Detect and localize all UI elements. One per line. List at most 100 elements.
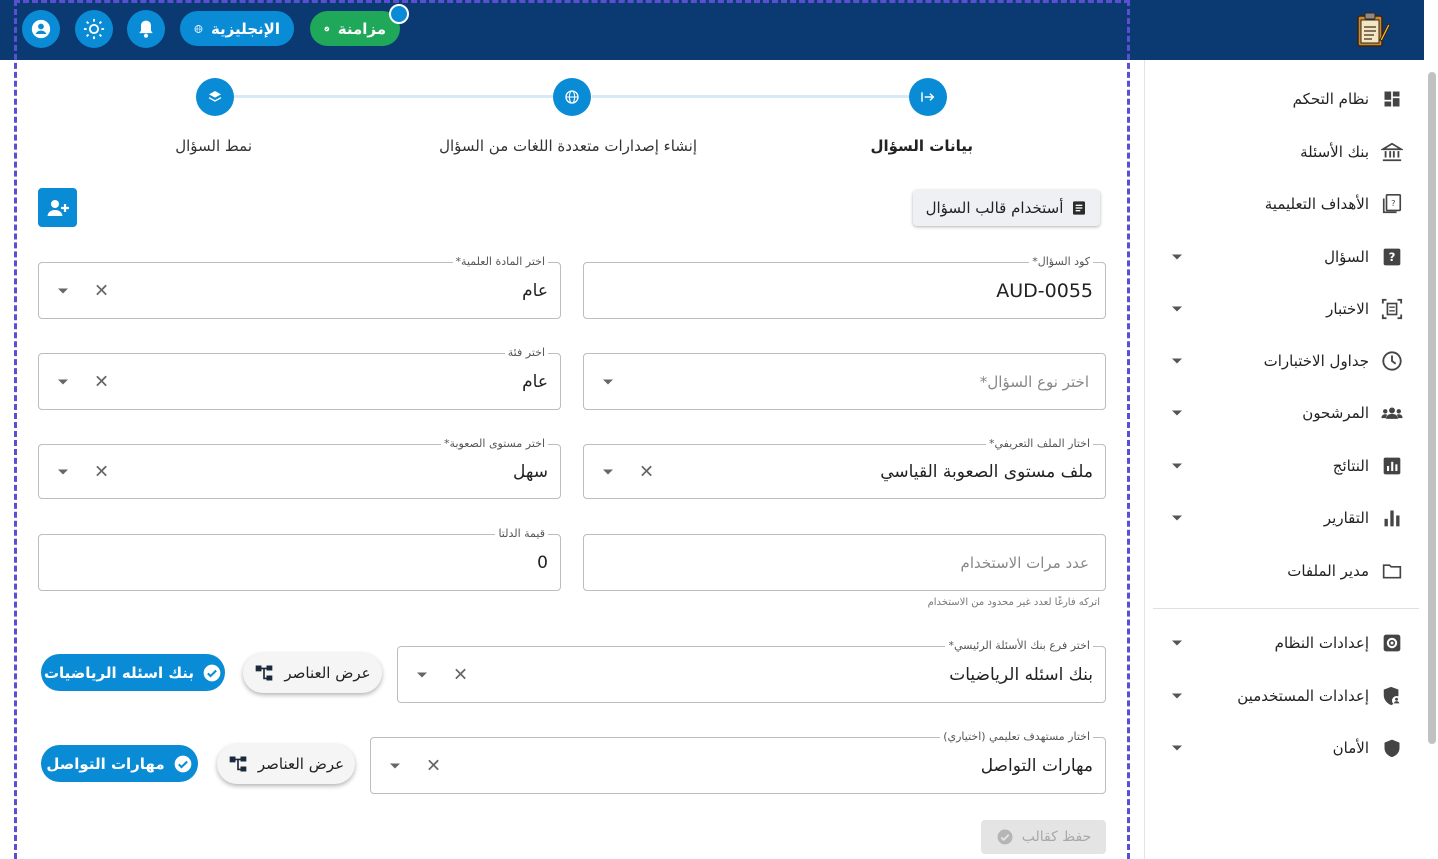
- document-icon: [1073, 201, 1086, 215]
- subject-value: عام: [522, 280, 548, 301]
- sidebar-item-user-settings[interactable]: إعدادات المستخدمين: [1145, 676, 1425, 716]
- sidebar-item-label: السؤال: [1324, 248, 1369, 266]
- add-user-button[interactable]: [38, 188, 77, 227]
- sidebar-item-candidates[interactable]: المرشحون: [1145, 393, 1425, 433]
- sidebar-item-label: نظام التحكم: [1292, 90, 1369, 108]
- bank-icon: [1381, 141, 1403, 163]
- sidebar-item-label: مدير الملفات: [1287, 562, 1369, 580]
- delta-field[interactable]: قيمة الدلتا 0: [38, 527, 561, 591]
- question-type-placeholder: اختر نوع السؤال*: [979, 372, 1089, 391]
- expand-caret-icon[interactable]: [1172, 254, 1182, 260]
- clear-icon[interactable]: ✕: [453, 664, 468, 685]
- usage-count-placeholder: عدد مرات الاستخدام: [960, 553, 1089, 572]
- step-2-label[interactable]: إنشاء إصدارات متعددة اللغات من السؤال: [439, 137, 697, 155]
- question-bank-value: بنك اسئله الرياضيات: [949, 664, 1093, 685]
- question-code-value: AUD-0055: [996, 279, 1093, 302]
- question-bank-chip[interactable]: بنك اسئله الرياضيات: [41, 654, 225, 691]
- clear-icon[interactable]: ✕: [94, 371, 109, 392]
- dropdown-arrow-icon[interactable]: [58, 379, 68, 384]
- usage-count-field[interactable]: عدد مرات الاستخدام: [583, 534, 1106, 591]
- expand-caret-icon[interactable]: [1172, 515, 1182, 521]
- svg-text:?: ?: [1391, 198, 1395, 208]
- notifications-button[interactable]: [127, 10, 165, 48]
- expand-caret-icon[interactable]: [1172, 745, 1182, 751]
- question-bank-label: اختر فرع بنك الأسئلة الرئيسي*: [945, 639, 1093, 652]
- category-select[interactable]: اختر فئة عام ✕: [38, 346, 561, 410]
- globe-icon: [194, 24, 203, 33]
- question-type-select[interactable]: اختر نوع السؤال*: [583, 353, 1106, 410]
- sidebar-item-learning-objectives[interactable]: الأهداف التعليمية ?: [1145, 184, 1425, 224]
- clear-icon[interactable]: ✕: [94, 461, 109, 482]
- expand-caret-icon[interactable]: [1172, 410, 1182, 416]
- save-as-template-button[interactable]: حفظ كقالب: [981, 820, 1106, 854]
- sidebar-scrollbar[interactable]: [1428, 72, 1436, 744]
- sidebar-item-security[interactable]: الأمان: [1145, 728, 1425, 768]
- sidebar-item-label: النتائج: [1332, 457, 1369, 475]
- expand-caret-icon[interactable]: [1172, 693, 1182, 699]
- delta-label: قيمة الدلتا: [495, 527, 548, 540]
- question-code-label: كود السؤال*: [1029, 255, 1093, 268]
- profile-select[interactable]: اختار الملف التعريفي* ملف مستوى الصعوبة …: [583, 437, 1106, 499]
- sidebar-item-dashboard[interactable]: نظام التحكم: [1145, 79, 1425, 119]
- sidebar-item-results[interactable]: النتائج: [1145, 446, 1425, 486]
- category-value: عام: [522, 371, 548, 392]
- sidebar-divider: [1153, 608, 1419, 609]
- question-bank-select[interactable]: اختر فرع بنك الأسئلة الرئيسي* بنك اسئله …: [397, 639, 1106, 703]
- dropdown-arrow-icon[interactable]: [58, 288, 68, 293]
- clear-icon[interactable]: ✕: [94, 280, 109, 301]
- step-2-indicator[interactable]: [553, 78, 591, 116]
- dashboard-icon: [1381, 88, 1403, 110]
- sidebar-item-system-settings[interactable]: إعدادات النظام: [1145, 623, 1425, 663]
- user-shield-icon: [1381, 685, 1403, 707]
- learning-objective-select[interactable]: اختار مستهدف تعليمي (اختياري) مهارات الت…: [370, 730, 1106, 794]
- sync-status-dot: [389, 4, 409, 24]
- learning-objective-chip[interactable]: مهارات التواصل: [41, 745, 198, 782]
- sidebar-item-label: الأهداف التعليمية: [1264, 195, 1369, 213]
- save-as-template-label: حفظ كقالب: [1021, 829, 1092, 845]
- clear-icon[interactable]: ✕: [639, 461, 654, 482]
- page: الإنجليزية مزامنة بيانات السؤال إنشاء إص…: [0, 0, 1438, 859]
- sync-button[interactable]: مزامنة: [310, 11, 400, 46]
- profile-button[interactable]: [22, 10, 60, 48]
- category-label: اختر فئة: [504, 346, 548, 359]
- sidebar-item-file-manager[interactable]: مدير الملفات: [1145, 551, 1425, 591]
- step-1-indicator[interactable]: [909, 78, 947, 116]
- subject-select[interactable]: اختر المادة العلمية* عام ✕: [38, 255, 561, 319]
- dropdown-arrow-icon[interactable]: [390, 763, 400, 768]
- sidebar-item-question[interactable]: السؤال ?: [1145, 237, 1425, 277]
- expand-caret-icon[interactable]: [1172, 358, 1182, 364]
- user-icon: [31, 19, 51, 39]
- expand-caret-icon[interactable]: [1172, 306, 1182, 312]
- expand-caret-icon[interactable]: [1172, 640, 1182, 646]
- results-icon: [1381, 455, 1403, 477]
- difficulty-label: اختر مستوى الصعوبة*: [441, 437, 548, 450]
- expand-caret-icon[interactable]: [1172, 463, 1182, 469]
- sidebar-item-reports[interactable]: التقارير: [1145, 498, 1425, 538]
- question-icon: ?: [1381, 246, 1403, 268]
- app-logo[interactable]: [1352, 10, 1392, 50]
- usage-count-helper-text: اتركه فارغًا لعدد غير محدود من الاستخدام: [927, 597, 1100, 608]
- sidebar-item-exam[interactable]: الاختبار: [1145, 289, 1425, 329]
- show-elements-button[interactable]: عرض العناصر: [217, 744, 355, 784]
- dropdown-arrow-icon[interactable]: [603, 379, 613, 384]
- folder-icon: [1381, 560, 1403, 582]
- dropdown-arrow-icon[interactable]: [58, 469, 68, 474]
- step-3-label[interactable]: نمط السؤال: [175, 137, 252, 155]
- step-1-label[interactable]: بيانات السؤال: [870, 137, 973, 155]
- sidebar-item-exam-schedules[interactable]: جداول الاختبارات: [1145, 341, 1425, 381]
- step-3-indicator[interactable]: [196, 78, 234, 116]
- delta-value: 0: [537, 552, 548, 573]
- difficulty-select[interactable]: اختر مستوى الصعوبة* سهل ✕: [38, 437, 561, 499]
- clear-icon[interactable]: ✕: [426, 755, 441, 776]
- dropdown-arrow-icon[interactable]: [603, 469, 613, 474]
- show-elements-label: عرض العناصر: [257, 755, 345, 773]
- use-question-template-button[interactable]: أستخدام قالب السؤال: [913, 190, 1100, 226]
- language-switch-button[interactable]: الإنجليزية: [180, 11, 294, 46]
- sidebar-item-label: المرشحون: [1302, 404, 1369, 422]
- dropdown-arrow-icon[interactable]: [417, 672, 427, 677]
- stepper-connector: [592, 95, 910, 98]
- sidebar-item-question-bank[interactable]: بنك الأسئلة: [1145, 132, 1425, 172]
- question-code-field[interactable]: كود السؤال* AUD-0055: [583, 255, 1106, 319]
- theme-toggle-button[interactable]: [75, 10, 113, 48]
- show-elements-button[interactable]: عرض العناصر: [243, 653, 382, 693]
